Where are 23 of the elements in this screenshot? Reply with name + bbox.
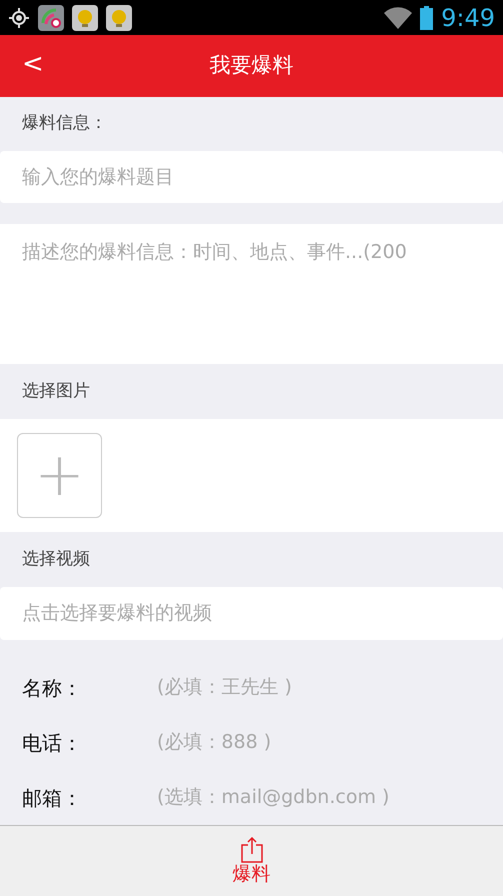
section-label: 选择图片 — [22, 380, 90, 403]
input-field[interactable]: (必填：888 ) — [155, 727, 503, 758]
bulb-icon — [72, 4, 98, 30]
description-field[interactable]: 描述您的爆料信息：时间、地点、事件...(200 — [0, 224, 503, 364]
back-button[interactable]: < — [18, 49, 48, 79]
field-label: 邮箱： — [21, 784, 83, 812]
submit-button[interactable]: 爆料 — [224, 832, 278, 890]
page-title: 我要爆料 — [210, 52, 294, 80]
app-icon — [38, 4, 64, 30]
bulb-icon — [106, 4, 132, 30]
input-field[interactable]: (必填：王先生 ) — [155, 672, 503, 703]
location-icon — [8, 6, 30, 28]
field-label: 名称： — [21, 674, 83, 702]
input-field[interactable]: (选填：mail@gdbn.com ) — [155, 782, 503, 813]
title-field[interactable]: 输入您的爆料题目 — [0, 151, 503, 204]
wifi-icon — [384, 6, 412, 28]
share-icon — [240, 836, 262, 863]
section-label: 选择视频 — [22, 548, 90, 571]
battery-icon — [420, 6, 434, 30]
field-label: 电话： — [21, 730, 83, 756]
video-field[interactable]: 点击选择要爆料的视频 — [0, 586, 503, 640]
clock-time: 9:49 — [441, 2, 495, 34]
section-label: 爆料信息： — [22, 112, 107, 136]
